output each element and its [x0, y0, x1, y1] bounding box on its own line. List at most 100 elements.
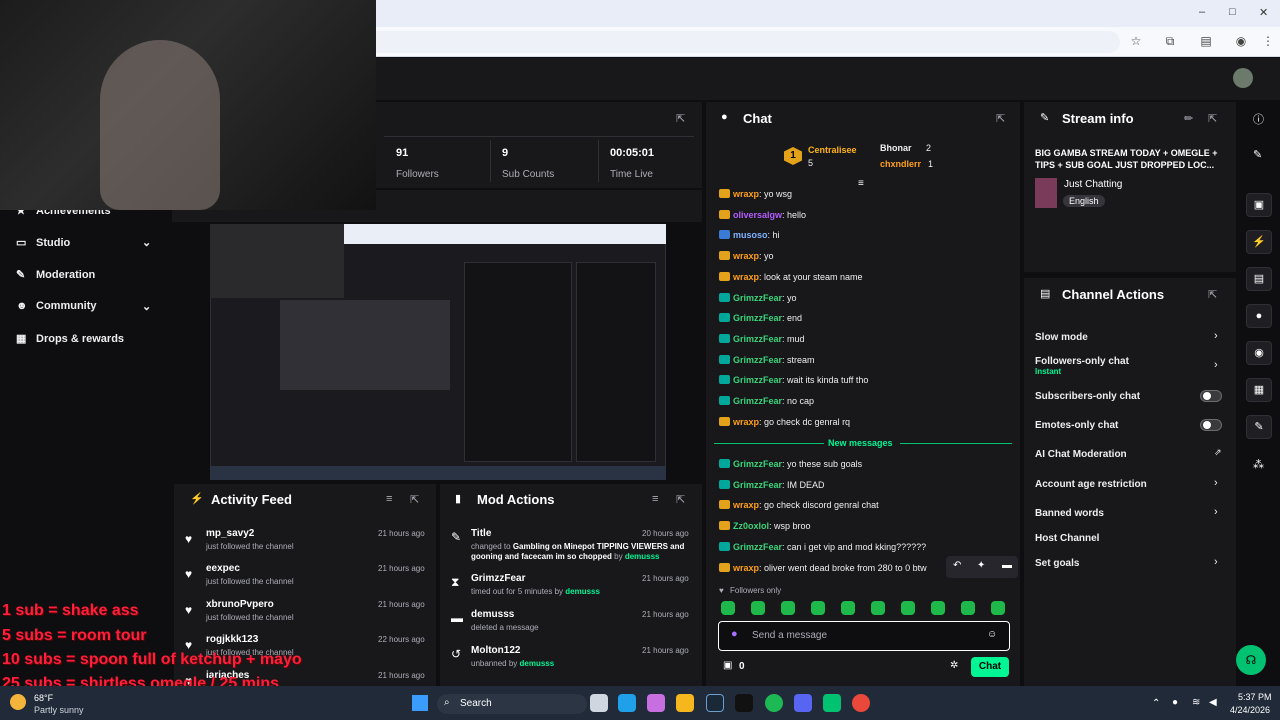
copilot-icon[interactable]: [647, 694, 665, 712]
emote-icon[interactable]: [901, 601, 915, 615]
leaderboard-name[interactable]: chxndlerr: [880, 159, 921, 169]
chat-message[interactable]: GrimzzFear: yo: [719, 292, 797, 303]
emote-icon[interactable]: [811, 601, 825, 615]
chat-username[interactable]: GrimzzFear: [733, 375, 782, 385]
ai-moderation-action[interactable]: AI Chat Moderation: [1035, 449, 1127, 460]
discord-icon[interactable]: [794, 694, 812, 712]
chat-username[interactable]: Zz0oxlol: [733, 521, 769, 531]
chat-message[interactable]: musoso: hi: [719, 230, 780, 240]
sidebar-item-moderation[interactable]: ✎ Moderation: [16, 268, 95, 281]
user-avatar[interactable]: [1233, 68, 1253, 88]
chat-username[interactable]: wraxp: [733, 417, 759, 427]
broadcast-icon[interactable]: ◉: [1246, 341, 1272, 365]
layout-icon[interactable]: ▦: [1246, 378, 1272, 402]
popout-icon[interactable]: ⇱: [1208, 112, 1217, 125]
reply-icon[interactable]: ↶: [953, 560, 961, 571]
chat-message[interactable]: wraxp: yo: [719, 251, 774, 261]
emotes-only-toggle[interactable]: [1200, 419, 1222, 431]
chat-username[interactable]: wraxp: [733, 189, 759, 199]
chat-username[interactable]: musoso: [733, 230, 768, 240]
mod-action-target[interactable]: Molton122: [471, 645, 520, 656]
emote-icon[interactable]: [781, 601, 795, 615]
chat-message[interactable]: GrimzzFear: no cap: [719, 396, 814, 406]
chat-username[interactable]: GrimzzFear: [733, 293, 782, 303]
mod-action-moderator[interactable]: demusss: [565, 587, 600, 596]
edit-icon[interactable]: ✏: [1184, 112, 1193, 125]
popout-icon[interactable]: ⇱: [676, 493, 685, 506]
chat-message[interactable]: wraxp: oliver went dead broke from 280 t…: [719, 562, 927, 573]
minimize-button[interactable]: –: [1199, 6, 1205, 18]
weather-desc[interactable]: Partly sunny: [34, 705, 84, 715]
task-view-icon[interactable]: [590, 694, 608, 712]
leaderboard-name[interactable]: Bhonar: [880, 143, 912, 153]
emote-picker-icon[interactable]: ☺: [987, 629, 997, 640]
chat-message[interactable]: oliversalgw: hello: [719, 209, 806, 220]
chat-username[interactable]: GrimzzFear: [733, 542, 782, 552]
chat-username[interactable]: GrimzzFear: [733, 355, 782, 365]
mod-action-target[interactable]: demusss: [471, 609, 514, 620]
chat-message[interactable]: wraxp: look at your steam name: [719, 271, 863, 282]
chat-settings-icon[interactable]: ✲: [950, 660, 958, 671]
language-tag[interactable]: English: [1063, 195, 1105, 207]
spotify-icon[interactable]: [765, 694, 783, 712]
emote-icon[interactable]: [961, 601, 975, 615]
chrome-icon[interactable]: [852, 694, 870, 712]
chat-message[interactable]: GrimzzFear: end: [719, 313, 802, 323]
chat-message[interactable]: wraxp: yo wsg: [719, 189, 792, 199]
filter-icon[interactable]: ≡: [386, 493, 392, 505]
obs-icon[interactable]: [735, 694, 753, 712]
channel-points-icon[interactable]: ▣: [723, 660, 732, 671]
emote-icon[interactable]: [841, 601, 855, 615]
chat-username[interactable]: GrimzzFear: [733, 480, 782, 490]
chat-message[interactable]: GrimzzFear: IM DEAD: [719, 479, 825, 490]
tray-overflow-icon[interactable]: ⌃: [1152, 698, 1160, 709]
activity-username[interactable]: xbrunoPvpero: [206, 599, 274, 610]
subscribers-only-toggle[interactable]: [1200, 390, 1222, 402]
slow-mode-action[interactable]: Slow mode: [1035, 332, 1088, 343]
followers-only-action[interactable]: Followers-only chat: [1035, 356, 1129, 367]
popout-icon[interactable]: ⇱: [1208, 288, 1217, 301]
chat-message[interactable]: GrimzzFear: stream: [719, 354, 815, 365]
account-age-action[interactable]: Account age restriction: [1035, 479, 1147, 490]
support-icon[interactable]: ☊: [1236, 645, 1266, 675]
leaderboard-name[interactable]: Centralisee: [808, 145, 857, 155]
chat-message[interactable]: wraxp: go check discord genral chat: [719, 500, 879, 510]
set-goals-action[interactable]: Set goals: [1035, 558, 1079, 569]
chat-username[interactable]: GrimzzFear: [733, 459, 782, 469]
chat-username[interactable]: wraxp: [733, 251, 759, 261]
chat-username[interactable]: GrimzzFear: [733, 313, 782, 323]
close-button[interactable]: ✕: [1259, 6, 1268, 19]
info-icon[interactable]: ⓘ: [1253, 111, 1264, 127]
chat-message[interactable]: GrimzzFear: yo these sub goals: [719, 459, 862, 469]
emote-icon[interactable]: [751, 601, 765, 615]
activity-username[interactable]: mp_savy2: [206, 528, 254, 539]
chat-username[interactable]: GrimzzFear: [733, 396, 782, 406]
category-art[interactable]: [1035, 178, 1057, 208]
chat-username[interactable]: wraxp: [733, 563, 759, 573]
mod-action-target[interactable]: Title: [471, 528, 491, 539]
steam-icon[interactable]: [706, 694, 724, 712]
taskbar-time[interactable]: 5:37 PM: [1238, 692, 1272, 702]
popout-icon[interactable]: ⇱: [676, 112, 685, 125]
chat-icon[interactable]: ●: [1246, 304, 1272, 328]
mod-action-target[interactable]: GrimzzFear: [471, 573, 525, 584]
profile-icon[interactable]: ◉: [1233, 34, 1249, 50]
weather-temp[interactable]: 68°F: [34, 693, 53, 703]
emotes-only-action[interactable]: Emotes-only chat: [1035, 420, 1118, 431]
bookmark-star-icon[interactable]: ☆: [1128, 34, 1144, 50]
chat-message[interactable]: Zz0oxlol: wsp broo: [719, 521, 811, 531]
windows-start-icon[interactable]: [412, 695, 428, 711]
emote-icon[interactable]: [721, 601, 735, 615]
emote-icon[interactable]: [871, 601, 885, 615]
microphone-icon[interactable]: ●: [731, 628, 738, 640]
file-explorer-icon[interactable]: [676, 694, 694, 712]
chat-username[interactable]: wraxp: [733, 500, 759, 510]
host-channel-action[interactable]: Host Channel: [1035, 533, 1099, 544]
app-icon[interactable]: [823, 694, 841, 712]
edit-icon[interactable]: ✎: [1253, 148, 1262, 161]
mod-action-moderator[interactable]: demusss: [625, 552, 660, 561]
collapse-icon[interactable]: ≡: [858, 178, 864, 189]
subscribers-only-action[interactable]: Subscribers-only chat: [1035, 391, 1140, 402]
document-icon[interactable]: ▤: [1246, 267, 1272, 291]
taskbar-date[interactable]: 4/24/2026: [1230, 705, 1270, 715]
